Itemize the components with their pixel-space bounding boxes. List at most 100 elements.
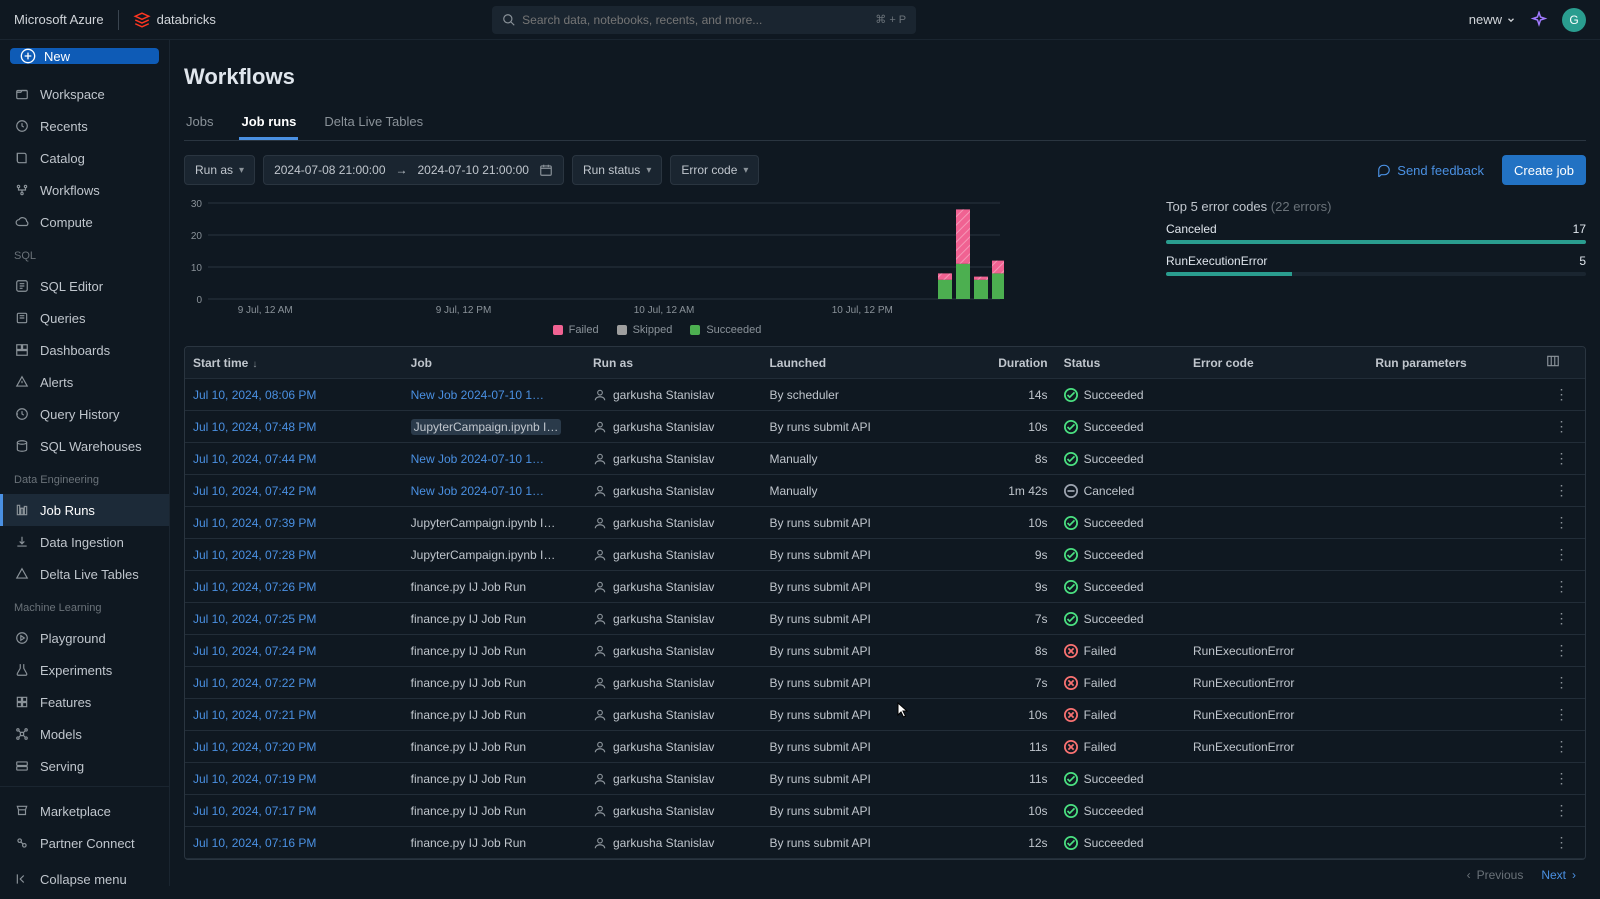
tab-job-runs[interactable]: Job runs bbox=[239, 106, 298, 140]
table-row[interactable]: Jul 10, 2024, 07:26 PMfinance.py IJ Job … bbox=[185, 571, 1585, 603]
start-time-link[interactable]: Jul 10, 2024, 07:42 PM bbox=[193, 484, 316, 498]
sidebar-item-catalog[interactable]: Catalog bbox=[0, 142, 169, 174]
error-row[interactable]: Canceled17 bbox=[1166, 222, 1586, 244]
error-row[interactable]: RunExecutionError5 bbox=[1166, 254, 1586, 276]
row-kebab[interactable]: ⋮ bbox=[1538, 571, 1585, 603]
job-cell[interactable]: finance.py IJ Job Run bbox=[403, 667, 585, 699]
sidebar-item-features[interactable]: Features bbox=[0, 686, 169, 718]
sidebar-item-sql-editor[interactable]: SQL Editor bbox=[0, 270, 169, 302]
sidebar-item-sql-warehouses[interactable]: SQL Warehouses bbox=[0, 430, 169, 462]
job-cell[interactable]: finance.py IJ Job Run bbox=[403, 763, 585, 795]
row-kebab[interactable]: ⋮ bbox=[1538, 443, 1585, 475]
job-cell[interactable]: finance.py IJ Job Run bbox=[403, 635, 585, 667]
col-duration[interactable]: Duration bbox=[938, 347, 1056, 379]
start-time-link[interactable]: Jul 10, 2024, 07:44 PM bbox=[193, 452, 316, 466]
job-cell[interactable]: finance.py IJ Job Run bbox=[403, 603, 585, 635]
sidebar-item-queries[interactable]: Queries bbox=[0, 302, 169, 334]
sidebar-item-delta-live-tables[interactable]: Delta Live Tables bbox=[0, 558, 169, 590]
table-row[interactable]: Jul 10, 2024, 07:39 PM JupyterCampaign.ip… bbox=[185, 507, 1585, 539]
job-cell[interactable]: finance.py IJ Job Run bbox=[403, 571, 585, 603]
new-button[interactable]: New bbox=[10, 48, 159, 64]
col-error-code[interactable]: Error code bbox=[1185, 347, 1367, 379]
row-kebab[interactable]: ⋮ bbox=[1538, 667, 1585, 699]
sidebar-item-data-ingestion[interactable]: Data Ingestion bbox=[0, 526, 169, 558]
sidebar-item-dashboards[interactable]: Dashboards bbox=[0, 334, 169, 366]
job-cell[interactable]: JupyterCampaign.ipynb I… bbox=[403, 411, 585, 443]
job-cell[interactable]: JupyterCampaign.ipynb I… bbox=[403, 539, 585, 571]
col-run-as[interactable]: Run as bbox=[585, 347, 761, 379]
start-time-link[interactable]: Jul 10, 2024, 07:22 PM bbox=[193, 676, 316, 690]
sidebar-item-compute[interactable]: Compute bbox=[0, 206, 169, 238]
job-cell[interactable]: finance.py IJ Job Run bbox=[403, 731, 585, 763]
job-cell[interactable]: JupyterCampaign.ipynb I… bbox=[403, 507, 585, 539]
row-kebab[interactable]: ⋮ bbox=[1538, 763, 1585, 795]
col-settings[interactable] bbox=[1538, 347, 1585, 379]
row-kebab[interactable]: ⋮ bbox=[1538, 827, 1585, 859]
table-row[interactable]: Jul 10, 2024, 07:19 PMfinance.py IJ Job … bbox=[185, 763, 1585, 795]
runstatus-filter[interactable]: Run status ▾ bbox=[572, 155, 662, 185]
avatar[interactable]: G bbox=[1562, 8, 1586, 32]
row-kebab[interactable]: ⋮ bbox=[1538, 507, 1585, 539]
sidebar-item-job-runs[interactable]: Job Runs bbox=[0, 494, 169, 526]
sidebar-item-models[interactable]: Models bbox=[0, 718, 169, 750]
sidebar-item-partner-connect[interactable]: Partner Connect bbox=[0, 827, 169, 859]
start-time-link[interactable]: Jul 10, 2024, 07:21 PM bbox=[193, 708, 316, 722]
job-cell[interactable]: New Job 2024-07-10 1… bbox=[403, 379, 585, 411]
date-range-filter[interactable]: 2024-07-08 21:00:00 → 2024-07-10 21:00:0… bbox=[263, 155, 564, 185]
job-cell[interactable]: New Job 2024-07-10 1… bbox=[403, 443, 585, 475]
row-kebab[interactable]: ⋮ bbox=[1538, 539, 1585, 571]
col-status[interactable]: Status bbox=[1056, 347, 1185, 379]
sidebar-item-query-history[interactable]: Query History bbox=[0, 398, 169, 430]
row-kebab[interactable]: ⋮ bbox=[1538, 379, 1585, 411]
job-cell[interactable]: finance.py IJ Job Run bbox=[403, 699, 585, 731]
start-time-link[interactable]: Jul 10, 2024, 07:16 PM bbox=[193, 836, 316, 850]
table-row[interactable]: Jul 10, 2024, 07:24 PM finance.py IJ Job … bbox=[185, 635, 1585, 667]
workspace-dropdown[interactable]: neww bbox=[1469, 12, 1516, 27]
table-row[interactable]: Jul 10, 2024, 07:25 PM finance.py IJ Job … bbox=[185, 603, 1585, 635]
job-cell[interactable]: finance.py IJ Job Run bbox=[403, 795, 585, 827]
sidebar-item-serving[interactable]: Serving bbox=[0, 750, 169, 782]
row-kebab[interactable]: ⋮ bbox=[1538, 603, 1585, 635]
collapse-menu[interactable]: Collapse menu bbox=[0, 863, 169, 895]
start-time-link[interactable]: Jul 10, 2024, 07:20 PM bbox=[193, 740, 316, 754]
send-feedback-link[interactable]: Send feedback bbox=[1377, 163, 1484, 178]
prev-page[interactable]: ‹ Previous bbox=[1467, 868, 1524, 882]
table-row[interactable]: Jul 10, 2024, 07:17 PMfinance.py IJ Job … bbox=[185, 795, 1585, 827]
sidebar-item-marketplace[interactable]: Marketplace bbox=[0, 795, 169, 827]
search-box[interactable]: ⌘ + P bbox=[492, 6, 916, 34]
next-page[interactable]: Next › bbox=[1541, 868, 1576, 882]
start-time-link[interactable]: Jul 10, 2024, 07:25 PM bbox=[193, 612, 316, 626]
col-job[interactable]: Job bbox=[403, 347, 585, 379]
row-kebab[interactable]: ⋮ bbox=[1538, 411, 1585, 443]
col-run-parameters[interactable]: Run parameters bbox=[1367, 347, 1538, 379]
create-job-button[interactable]: Create job bbox=[1502, 155, 1586, 185]
job-cell[interactable]: finance.py IJ Job Run bbox=[403, 827, 585, 859]
sidebar-item-workflows[interactable]: Workflows bbox=[0, 174, 169, 206]
row-kebab[interactable]: ⋮ bbox=[1538, 731, 1585, 763]
search-input[interactable] bbox=[522, 13, 875, 27]
table-row[interactable]: Jul 10, 2024, 07:48 PMJupyterCampaign.ip… bbox=[185, 411, 1585, 443]
brand-logo[interactable]: databricks bbox=[133, 11, 216, 29]
job-cell[interactable]: New Job 2024-07-10 1… bbox=[403, 475, 585, 507]
table-row[interactable]: Jul 10, 2024, 07:28 PMJupyterCampaign.ip… bbox=[185, 539, 1585, 571]
start-time-link[interactable]: Jul 10, 2024, 07:24 PM bbox=[193, 644, 316, 658]
row-kebab[interactable]: ⋮ bbox=[1538, 635, 1585, 667]
tab-delta-live-tables[interactable]: Delta Live Tables bbox=[322, 106, 425, 140]
tab-jobs[interactable]: Jobs bbox=[184, 106, 215, 140]
col-start-time[interactable]: Start time↓ bbox=[185, 347, 403, 379]
start-time-link[interactable]: Jul 10, 2024, 07:39 PM bbox=[193, 516, 316, 530]
sidebar-item-recents[interactable]: Recents bbox=[0, 110, 169, 142]
sidebar-item-experiments[interactable]: Experiments bbox=[0, 654, 169, 686]
sidebar-item-workspace[interactable]: Workspace bbox=[0, 78, 169, 110]
row-kebab[interactable]: ⋮ bbox=[1538, 699, 1585, 731]
table-row[interactable]: Jul 10, 2024, 07:22 PM finance.py IJ Job … bbox=[185, 667, 1585, 699]
row-kebab[interactable]: ⋮ bbox=[1538, 475, 1585, 507]
table-row[interactable]: Jul 10, 2024, 07:16 PM finance.py IJ Job … bbox=[185, 827, 1585, 859]
table-row[interactable]: Jul 10, 2024, 07:20 PM finance.py IJ Job … bbox=[185, 731, 1585, 763]
row-kebab[interactable]: ⋮ bbox=[1538, 795, 1585, 827]
table-row[interactable]: Jul 10, 2024, 07:21 PM finance.py IJ Job … bbox=[185, 699, 1585, 731]
runas-filter[interactable]: Run as ▾ bbox=[184, 155, 255, 185]
col-launched[interactable]: Launched bbox=[761, 347, 937, 379]
assistant-icon[interactable] bbox=[1530, 11, 1548, 29]
sidebar-item-alerts[interactable]: Alerts bbox=[0, 366, 169, 398]
